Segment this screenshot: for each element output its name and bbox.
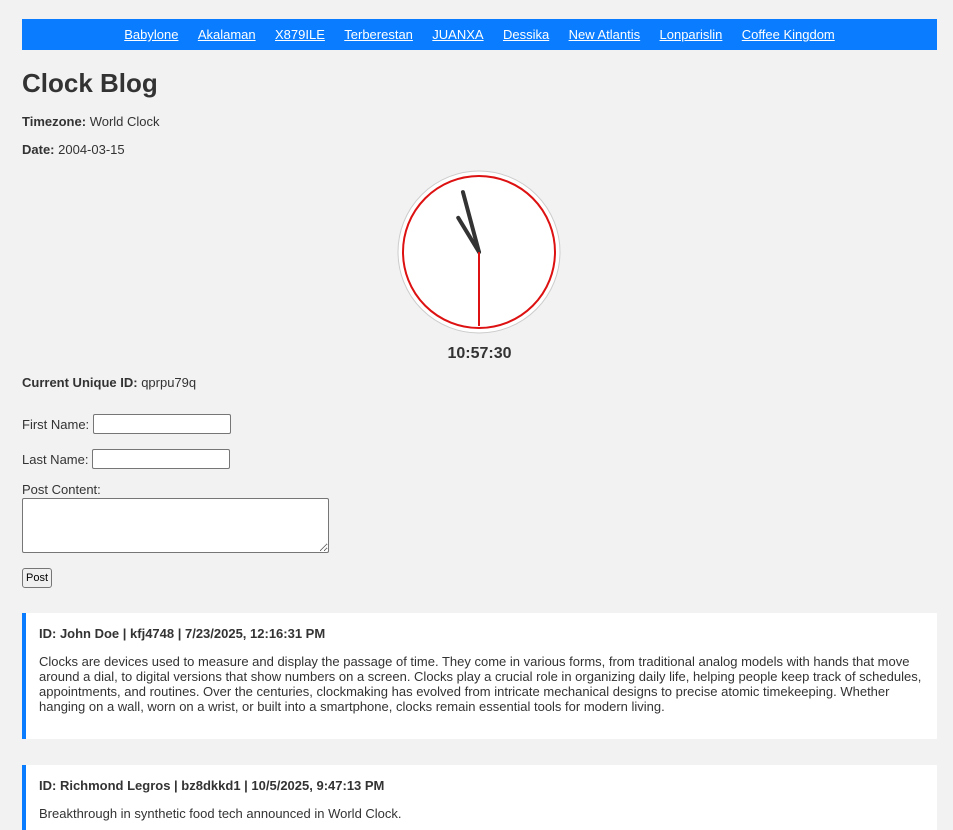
post-header: ID: Richmond Legros | bz8dkkd1 | 10/5/20…: [39, 778, 385, 793]
post-body: Clocks are devices used to measure and d…: [39, 654, 922, 714]
last-name-input[interactable]: [92, 449, 231, 469]
blog-post: ID: Richmond Legros | bz8dkkd1 | 10/5/20…: [22, 765, 937, 830]
last-name-row: Last Name:: [22, 449, 937, 469]
page-container: Babylone Akalaman X879ILE Terberestan JU…: [0, 0, 953, 830]
post-body: Breakthrough in synthetic food tech anno…: [39, 806, 402, 821]
date-value: 2004-03-15: [58, 142, 125, 157]
nav-link-new-atlantis[interactable]: New Atlantis: [569, 27, 641, 42]
date-line: Date: 2004-03-15: [22, 143, 937, 157]
nav-link-x879ile[interactable]: X879ILE: [275, 27, 325, 42]
date-label: Date:: [22, 142, 55, 157]
first-name-label: First Name:: [22, 416, 90, 432]
unique-id-value: qprpu79q: [141, 375, 197, 390]
first-name-row: First Name:: [22, 414, 937, 434]
first-name-input[interactable]: [93, 414, 232, 434]
unique-id-line: Current Unique ID: qprpu79q: [22, 376, 937, 390]
analog-clock: [397, 170, 561, 334]
nav-link-coffee-kingdom[interactable]: Coffee Kingdom: [742, 27, 835, 42]
unique-id-label: Current Unique ID:: [22, 375, 138, 390]
nav-link-terberestan[interactable]: Terberestan: [344, 27, 413, 42]
timezone-value: World Clock: [89, 114, 160, 129]
nav-link-akalaman[interactable]: Akalaman: [198, 27, 256, 42]
top-nav: Babylone Akalaman X879ILE Terberestan JU…: [22, 19, 937, 50]
nav-link-lonparislin[interactable]: Lonparislin: [660, 27, 723, 42]
timezone-label: Timezone:: [22, 114, 87, 129]
post-header: ID: John Doe | kfj4748 | 7/23/2025, 12:1…: [39, 626, 326, 641]
last-name-label: Last Name:: [22, 451, 89, 467]
nav-link-dessika[interactable]: Dessika: [503, 27, 549, 42]
clock-area: 10:57:30: [22, 170, 937, 362]
post-content-textarea[interactable]: [22, 498, 329, 553]
post-button[interactable]: Post: [22, 568, 53, 588]
page-title: Clock Blog: [22, 68, 158, 98]
blog-post: ID: John Doe | kfj4748 | 7/23/2025, 12:1…: [22, 613, 937, 739]
clock-digital-time: 10:57:30: [447, 345, 512, 362]
post-content-label: Post Content:: [22, 482, 101, 497]
nav-link-juanxa[interactable]: JUANXA: [432, 27, 483, 42]
nav-link-babylone[interactable]: Babylone: [124, 27, 178, 42]
timezone-line: Timezone: World Clock: [22, 115, 937, 129]
